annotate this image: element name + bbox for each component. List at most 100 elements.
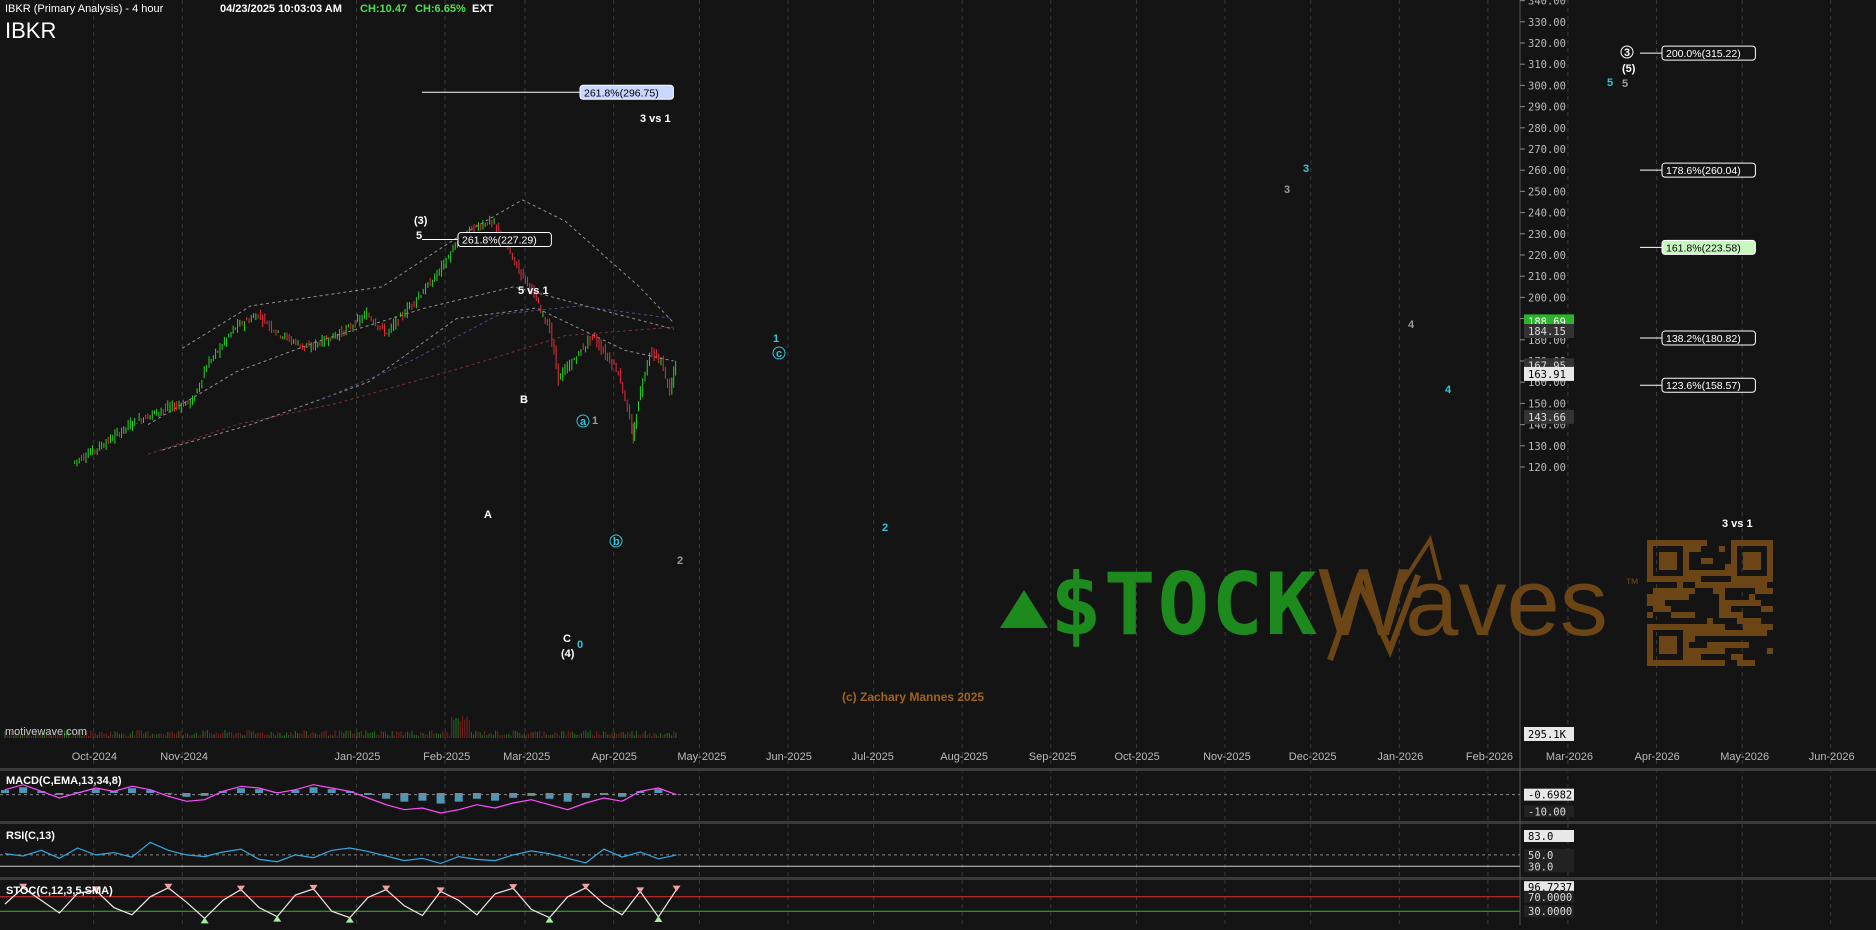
qr-module	[1665, 636, 1671, 642]
x-tick-label: Nov-2025	[1203, 751, 1251, 763]
qr-module	[1761, 606, 1767, 612]
qr-module	[1671, 648, 1677, 654]
qr-module	[1665, 606, 1671, 612]
qr-module	[1671, 612, 1677, 618]
qr-module	[1743, 600, 1749, 606]
qr-module	[1737, 654, 1743, 660]
wave-label: a	[580, 416, 587, 428]
qr-module	[1743, 624, 1749, 630]
qr-module	[1743, 582, 1749, 588]
qr-module	[1689, 576, 1695, 582]
wave-label: 5	[1622, 78, 1628, 90]
x-tick-label: Jun-2026	[1809, 751, 1855, 763]
qr-module	[1707, 570, 1713, 576]
qr-module	[1755, 624, 1761, 630]
qr-module	[1665, 642, 1671, 648]
qr-module	[1749, 624, 1755, 630]
qr-module	[1743, 540, 1749, 546]
qr-module	[1767, 606, 1773, 612]
qr-module	[1689, 636, 1695, 642]
qr-module	[1767, 624, 1773, 630]
panel-separator	[0, 821, 1876, 824]
qr-module	[1731, 546, 1737, 552]
chart-canvas[interactable]: Oct-2024 Nov-2024 Jan-2025 Feb-2025 Mar-2025…	[0, 0, 1876, 930]
qr-module	[1647, 612, 1653, 618]
wave-label: 3	[1303, 163, 1309, 175]
macd-histogram-bar	[472, 793, 481, 799]
qr-module	[1677, 588, 1683, 594]
qr-module	[1647, 624, 1653, 630]
qr-module	[1647, 558, 1653, 564]
qr-module	[1683, 630, 1689, 636]
logo-tm: ™	[1625, 575, 1639, 591]
panel-separator	[0, 768, 1876, 771]
qr-module	[1695, 576, 1701, 582]
macd-histogram-bar	[545, 793, 554, 799]
qr-module	[1767, 588, 1773, 594]
fib-label: 178.6%(260.04)	[1666, 165, 1741, 177]
qr-module	[1683, 558, 1689, 564]
qr-module	[1689, 588, 1695, 594]
qr-module	[1713, 630, 1719, 636]
logo-stock-text: $TOCK	[1050, 555, 1319, 655]
qr-module	[1671, 558, 1677, 564]
qr-module	[1731, 552, 1737, 558]
qr-module	[1683, 588, 1689, 594]
qr-module	[1671, 594, 1677, 600]
qr-module	[1749, 582, 1755, 588]
qr-module	[1707, 624, 1713, 630]
qr-module	[1695, 570, 1701, 576]
qr-module	[1755, 564, 1761, 570]
qr-module	[1659, 558, 1665, 564]
qr-module	[1749, 600, 1755, 606]
wave-label: 1	[773, 333, 779, 345]
qr-module	[1665, 552, 1671, 558]
qr-module	[1659, 552, 1665, 558]
qr-module	[1689, 546, 1695, 552]
qr-module	[1707, 660, 1713, 666]
qr-module	[1731, 654, 1737, 660]
qr-module	[1749, 618, 1755, 624]
qr-module	[1719, 648, 1725, 654]
qr-module	[1659, 540, 1665, 546]
qr-module	[1749, 594, 1755, 600]
watermark: motivewave.com	[5, 726, 87, 738]
qr-module	[1701, 558, 1707, 564]
qr-module	[1767, 576, 1773, 582]
qr-module	[1647, 570, 1653, 576]
y-tick-label: 340.00	[1528, 0, 1566, 8]
qr-module	[1737, 576, 1743, 582]
qr-module	[1683, 654, 1689, 660]
qr-module	[1731, 570, 1737, 576]
qr-module	[1695, 624, 1701, 630]
qr-module	[1701, 660, 1707, 666]
qr-module	[1689, 570, 1695, 576]
qr-module	[1761, 624, 1767, 630]
qr-module	[1683, 540, 1689, 546]
wave-label: (4)	[561, 648, 575, 660]
x-tick-label: Feb-2025	[423, 751, 470, 763]
qr-module	[1653, 660, 1659, 666]
fib-label: 161.8%(223.58)	[1666, 242, 1741, 254]
qr-module	[1647, 630, 1653, 636]
qr-module	[1665, 660, 1671, 666]
qr-module	[1743, 630, 1749, 636]
qr-module	[1671, 576, 1677, 582]
qr-module	[1761, 540, 1767, 546]
macd-histogram-bar	[236, 788, 245, 793]
qr-module	[1731, 642, 1737, 648]
qr-module	[1671, 660, 1677, 666]
qr-module	[1647, 564, 1653, 570]
qr-module	[1701, 540, 1707, 546]
x-tick-label: May-2025	[677, 751, 726, 763]
wave-label: 2	[882, 522, 888, 534]
qr-module	[1755, 582, 1761, 588]
qr-module	[1731, 600, 1737, 606]
qr-module	[1653, 600, 1659, 606]
qr-module	[1665, 576, 1671, 582]
qr-module	[1665, 648, 1671, 654]
wave-label: 5	[1607, 77, 1613, 89]
x-tick-label: Apr-2026	[1634, 751, 1679, 763]
qr-module	[1707, 648, 1713, 654]
qr-module	[1683, 648, 1689, 654]
